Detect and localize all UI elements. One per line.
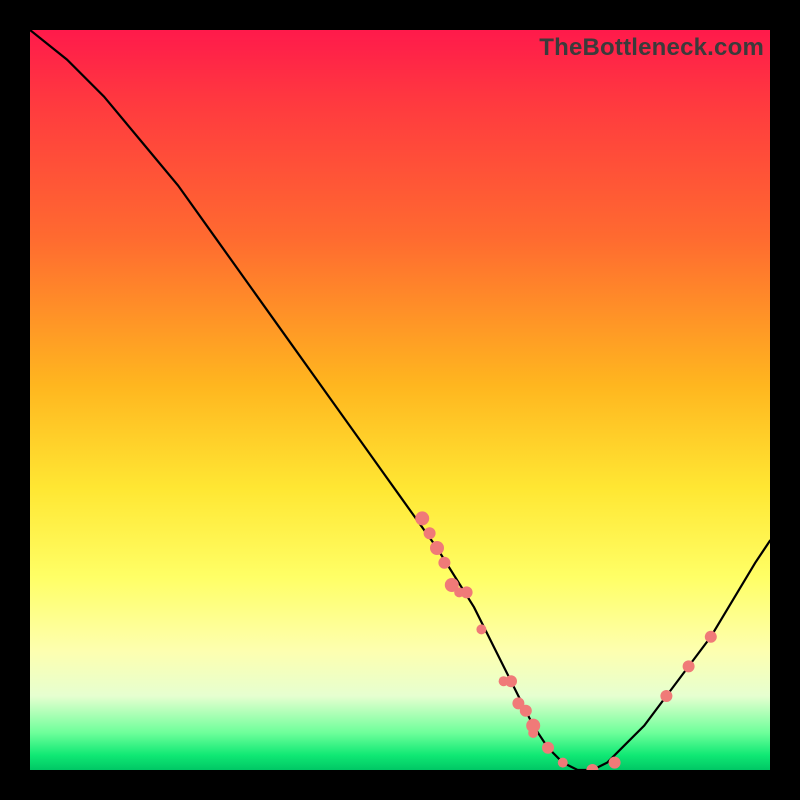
data-point-bottom-3 bbox=[609, 757, 621, 769]
data-point-cluster-mid-6 bbox=[528, 728, 538, 738]
data-point-right-2 bbox=[683, 660, 695, 672]
data-point-right-1 bbox=[660, 690, 672, 702]
data-point-cluster-mid-4 bbox=[520, 705, 532, 717]
plot-area: TheBottleneck.com bbox=[30, 30, 770, 770]
data-points-layer bbox=[415, 511, 717, 770]
data-point-cluster-left-7 bbox=[461, 586, 473, 598]
chart-stage: TheBottleneck.com bbox=[0, 0, 800, 800]
data-point-cluster-left-8 bbox=[476, 624, 486, 634]
data-point-cluster-mid-7 bbox=[542, 742, 554, 754]
data-point-right-3 bbox=[705, 631, 717, 643]
data-point-cluster-left-4 bbox=[438, 557, 450, 569]
data-point-cluster-left-3 bbox=[430, 541, 444, 555]
data-point-cluster-mid-2 bbox=[505, 675, 517, 687]
data-point-cluster-left-2 bbox=[424, 527, 436, 539]
bottleneck-curve-path bbox=[30, 30, 770, 770]
curve-overlay bbox=[30, 30, 770, 770]
data-point-bottom-2 bbox=[586, 764, 598, 770]
data-point-bottom-1 bbox=[558, 758, 568, 768]
data-point-cluster-left-1 bbox=[415, 511, 429, 525]
